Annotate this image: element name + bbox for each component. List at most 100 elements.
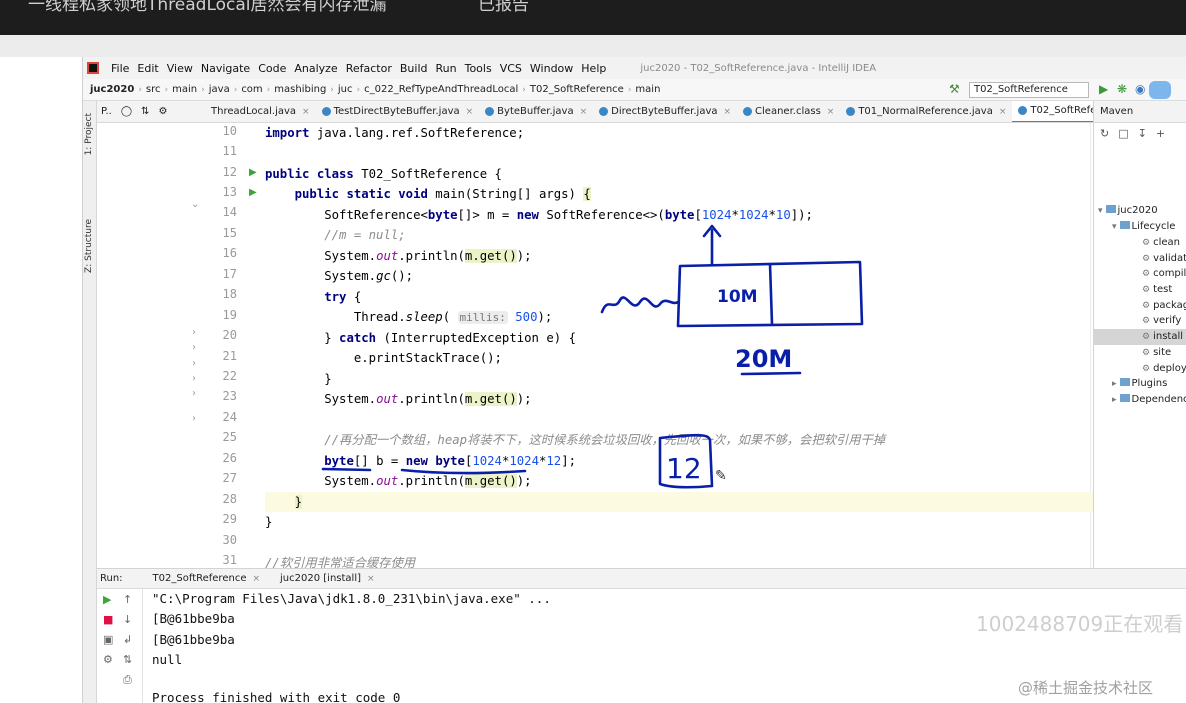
maven-goal-validate[interactable]: ⚙validate — [1142, 251, 1186, 267]
tab-cleaner[interactable]: Cleaner.class × — [737, 101, 840, 122]
line-number: 24 — [222, 410, 237, 424]
run-tab-maven-install[interactable]: juc2020 [install] × — [270, 568, 385, 589]
fold-chevron-icon[interactable]: ⌄ — [191, 199, 199, 210]
menu-run[interactable]: Run — [432, 62, 461, 75]
menu-help[interactable]: Help — [577, 62, 610, 75]
menu-refactor[interactable]: Refactor — [342, 62, 396, 75]
project-tool-tab[interactable]: 1: Project — [84, 113, 94, 155]
maven-node-lifecycle[interactable]: ▾ Lifecycle — [1112, 219, 1175, 235]
close-icon[interactable]: × — [580, 101, 588, 122]
close-icon[interactable]: × — [999, 101, 1007, 122]
breadcrumb-class[interactable]: T02_SoftReference — [527, 84, 627, 95]
breadcrumb-src[interactable]: src — [143, 84, 164, 95]
tab-testdirectbytebuffer[interactable]: TestDirectByteBuffer.java × — [316, 101, 480, 122]
maven-goal-site[interactable]: ⚙ site — [1142, 345, 1171, 361]
collapse-icon[interactable]: ⇅ — [141, 106, 149, 117]
close-icon[interactable]: × — [827, 101, 835, 122]
arrow-down-icon[interactable]: ↓ — [123, 613, 132, 626]
tab-t01-normalreference[interactable]: T01_NormalReference.java × — [840, 101, 1012, 122]
menu-file[interactable]: File — [107, 62, 133, 75]
maven-node-dependencies[interactable]: ▸ Dependencies — [1112, 392, 1186, 408]
breadcrumb-method[interactable]: main — [632, 84, 663, 95]
close-icon[interactable]: × — [367, 574, 375, 584]
add-icon[interactable]: + — [1156, 127, 1165, 140]
settings-icon[interactable]: ⚙ — [103, 653, 113, 666]
fold-chevron-icon[interactable]: › — [192, 358, 196, 369]
gear-icon: ⚙ — [1142, 301, 1151, 311]
code-text: System. — [324, 269, 377, 283]
menu-view[interactable]: View — [163, 62, 197, 75]
folder-icon[interactable]: □ — [1118, 127, 1128, 140]
print-icon[interactable]: ⎙ — [123, 673, 132, 687]
breadcrumb-main[interactable]: main — [169, 84, 200, 95]
run-main-gutter-icon[interactable]: ▶ — [249, 187, 257, 198]
run-configuration-select[interactable]: T02_SoftReference — [969, 82, 1089, 98]
window-title: juc2020 - T02_SoftReference.java - Intel… — [640, 62, 877, 74]
menu-edit[interactable]: Edit — [133, 62, 162, 75]
camera-icon[interactable]: ▣ — [103, 633, 113, 646]
breadcrumb-project[interactable]: juc2020 — [87, 84, 137, 95]
breadcrumb-package[interactable]: c_022_RefTypeAndThreadLocal — [361, 84, 521, 95]
maven-goal-verify[interactable]: ⚙ verify — [1142, 313, 1181, 329]
code-text: ); — [537, 310, 553, 324]
fold-chevron-icon[interactable]: › — [192, 413, 196, 424]
menu-vcs[interactable]: VCS — [496, 62, 526, 75]
run-class-gutter-icon[interactable]: ▶ — [249, 167, 257, 178]
breadcrumb-mashibing[interactable]: mashibing — [271, 84, 329, 95]
menu-navigate[interactable]: Navigate — [197, 62, 254, 75]
fold-chevron-icon[interactable]: › — [192, 388, 196, 399]
rerun-icon[interactable]: ▶ — [103, 593, 111, 606]
cloud-plugin-icon[interactable] — [1149, 81, 1171, 99]
globe-icon[interactable]: ◯ — [121, 106, 132, 117]
menu-code[interactable]: Code — [254, 62, 290, 75]
breadcrumb-java[interactable]: java — [206, 84, 233, 95]
tab-threadlocal[interactable]: ThreadLocal.java × — [207, 101, 316, 122]
coverage-icon[interactable]: ◉ — [1135, 82, 1145, 96]
class-icon — [599, 107, 609, 116]
menu-window[interactable]: Window — [526, 62, 577, 75]
close-icon[interactable]: × — [302, 101, 310, 122]
tab-t02-softreference[interactable]: T02_SoftReference.java× — [1012, 101, 1093, 122]
project-view-select[interactable]: P.. — [101, 106, 112, 117]
tab-directbytebuffer[interactable]: DirectByteBuffer.java × — [593, 101, 737, 122]
maven-goal-install[interactable]: ⚙ install — [1094, 329, 1186, 345]
menu-analyze[interactable]: Analyze — [290, 62, 341, 75]
close-icon[interactable]: × — [466, 101, 474, 122]
structure-tool-tab[interactable]: Z: Structure — [84, 219, 94, 273]
code-line-26: byte[] b = new byte[1024*1024*12]; — [265, 451, 1093, 471]
tab-bytebuffer[interactable]: ByteBuffer.java × — [479, 101, 593, 122]
maven-node-plugins[interactable]: ▸ Plugins — [1112, 376, 1167, 392]
keyword: public class — [265, 167, 354, 181]
menu-build[interactable]: Build — [396, 62, 432, 75]
class-icon — [846, 107, 856, 116]
sort-icon[interactable]: ⇅ — [123, 653, 132, 666]
breadcrumb-juc[interactable]: juc — [335, 84, 356, 95]
refresh-icon[interactable]: ↻ — [1100, 127, 1109, 140]
gear-icon[interactable]: ⚙ — [158, 106, 167, 117]
arrow-up-icon[interactable]: ↑ — [123, 593, 132, 606]
keyword: catch — [339, 331, 377, 345]
fold-chevron-icon[interactable]: › — [192, 342, 196, 353]
maven-goal-deploy[interactable]: ⚙ deploy — [1142, 361, 1186, 377]
soft-wrap-icon[interactable]: ↲ — [123, 633, 132, 646]
maven-goal-clean[interactable]: ⚙ clean — [1142, 235, 1180, 251]
maven-goal-package[interactable]: ⚙package — [1142, 298, 1186, 314]
menu-tools[interactable]: Tools — [461, 62, 496, 75]
build-hammer-icon[interactable]: ⚒ — [949, 82, 960, 96]
fold-chevron-icon[interactable]: › — [192, 327, 196, 338]
close-icon[interactable]: × — [252, 574, 260, 584]
close-icon[interactable]: × — [724, 101, 732, 122]
code-editor[interactable]: import java.lang.ref.SoftReference; publ… — [263, 123, 1093, 568]
stop-icon[interactable]: ■ — [103, 613, 113, 626]
maven-goal-test[interactable]: ⚙ test — [1142, 282, 1172, 298]
fold-chevron-icon[interactable]: › — [192, 373, 196, 384]
breadcrumb-com[interactable]: com — [238, 84, 265, 95]
run-icon[interactable]: ▶ — [1099, 82, 1108, 96]
debug-icon[interactable]: ❋ — [1117, 82, 1127, 96]
run-tab-softreference[interactable]: T02_SoftReference × — [143, 568, 270, 589]
maven-node-project[interactable]: ▾ juc2020 — [1098, 203, 1158, 219]
code-text: System. — [324, 392, 377, 406]
download-icon[interactable]: ↧ — [1138, 127, 1147, 140]
line-number: 29 — [222, 512, 237, 526]
maven-goal-compile[interactable]: ⚙compile — [1142, 266, 1186, 282]
